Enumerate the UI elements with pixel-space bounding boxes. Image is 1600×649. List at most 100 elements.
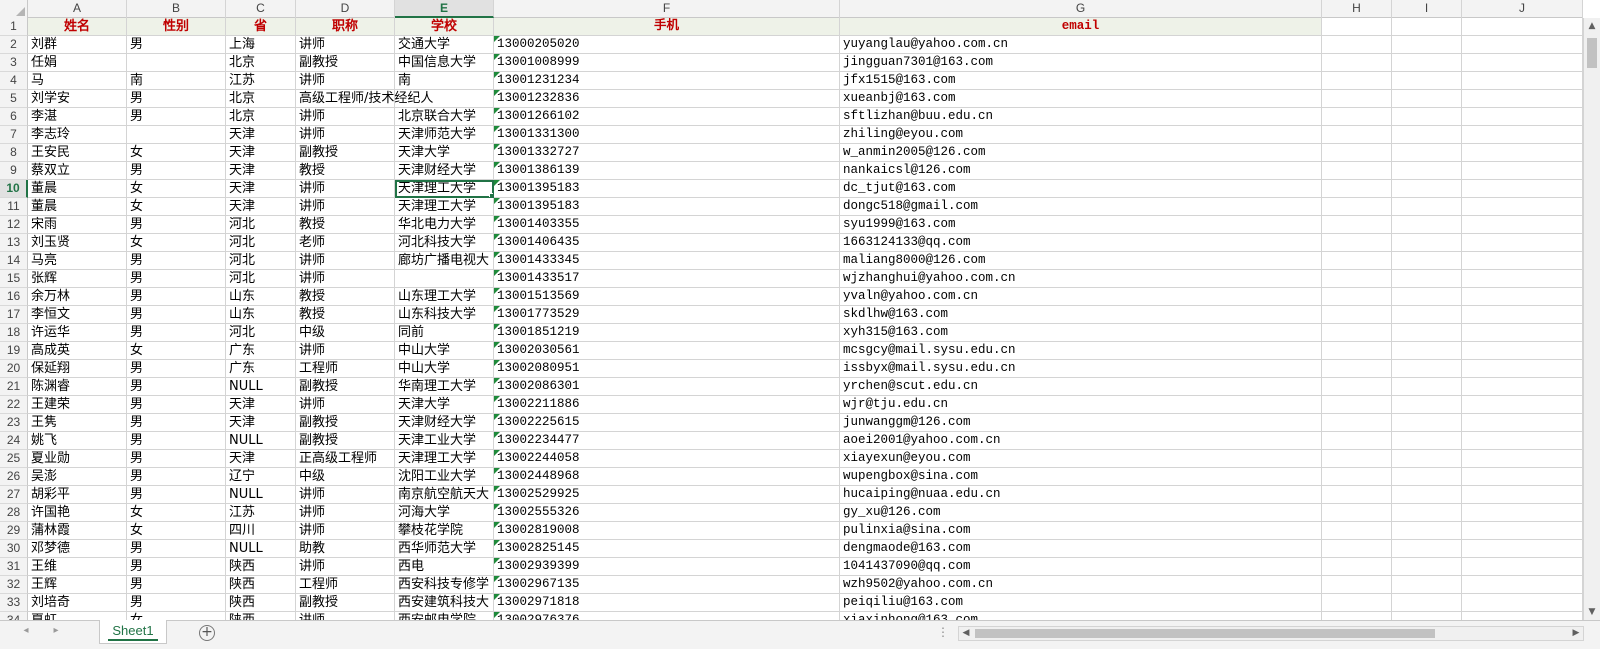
column-header-h[interactable]: H: [1322, 0, 1392, 18]
cell-name[interactable]: 王安民: [28, 144, 127, 162]
empty-cell[interactable]: [1462, 468, 1583, 486]
scroll-left-icon[interactable]: ◀: [959, 627, 973, 640]
row-header[interactable]: 10: [0, 180, 28, 198]
empty-cell[interactable]: [1462, 540, 1583, 558]
cell-school[interactable]: 西安科技专修学: [395, 576, 494, 594]
row-header[interactable]: 17: [0, 306, 28, 324]
empty-cell[interactable]: [1322, 360, 1392, 378]
cell-name[interactable]: 姚飞: [28, 432, 127, 450]
row-header[interactable]: 23: [0, 414, 28, 432]
row-header[interactable]: 30: [0, 540, 28, 558]
cell-phone[interactable]: 13001231234: [494, 72, 840, 90]
empty-cell[interactable]: [1322, 396, 1392, 414]
cell-title[interactable]: 教授: [296, 216, 395, 234]
empty-cell[interactable]: [1462, 288, 1583, 306]
cell-phone[interactable]: 13002448968: [494, 468, 840, 486]
sheet-tab-sheet1[interactable]: Sheet1: [99, 620, 167, 644]
empty-cell[interactable]: [1462, 450, 1583, 468]
cell-email[interactable]: wupengbox@sina.com: [840, 468, 1322, 486]
empty-cell[interactable]: [1392, 414, 1462, 432]
empty-cell[interactable]: [1462, 270, 1583, 288]
empty-cell[interactable]: [1462, 252, 1583, 270]
cell-school[interactable]: 天津财经大学: [395, 414, 494, 432]
cell-province[interactable]: 北京: [226, 108, 296, 126]
empty-cell[interactable]: [1322, 90, 1392, 108]
cell-gender[interactable]: 女: [127, 504, 226, 522]
cell-email[interactable]: wjzhanghui@yahoo.com.cn: [840, 270, 1322, 288]
row-header[interactable]: 1: [0, 18, 28, 36]
cell-province[interactable]: 北京: [226, 90, 296, 108]
cell-school[interactable]: 河北科技大学: [395, 234, 494, 252]
empty-cell[interactable]: [1322, 378, 1392, 396]
empty-cell[interactable]: [1392, 306, 1462, 324]
cell-phone[interactable]: 13002030561: [494, 342, 840, 360]
empty-cell[interactable]: [1462, 324, 1583, 342]
cell-province[interactable]: 陕西: [226, 594, 296, 612]
column-header-a[interactable]: A: [28, 0, 127, 18]
cell-email[interactable]: wjr@tju.edu.cn: [840, 396, 1322, 414]
cell-name[interactable]: 高成英: [28, 342, 127, 360]
row-header[interactable]: 22: [0, 396, 28, 414]
cell-school[interactable]: 天津理工大学: [395, 450, 494, 468]
cell-title[interactable]: 讲师: [296, 252, 395, 270]
empty-cell[interactable]: [1322, 54, 1392, 72]
row-header[interactable]: 20: [0, 360, 28, 378]
cell-gender[interactable]: 女: [127, 198, 226, 216]
cell-gender[interactable]: 男: [127, 216, 226, 234]
cell-name[interactable]: 马: [28, 72, 127, 90]
cell-province[interactable]: NULL: [226, 432, 296, 450]
cell-province[interactable]: 河北: [226, 234, 296, 252]
cell-email[interactable]: xueanbj@163.com: [840, 90, 1322, 108]
cell-phone[interactable]: 13002819008: [494, 522, 840, 540]
cell-email[interactable]: dc_tjut@163.com: [840, 180, 1322, 198]
empty-cell[interactable]: [1462, 576, 1583, 594]
row-header[interactable]: 11: [0, 198, 28, 216]
empty-cell[interactable]: [1392, 36, 1462, 54]
cell-email[interactable]: skdlhw@163.com: [840, 306, 1322, 324]
empty-cell[interactable]: [1462, 414, 1583, 432]
cell-province[interactable]: 陕西: [226, 558, 296, 576]
empty-cell[interactable]: [1392, 234, 1462, 252]
cell-gender[interactable]: 男: [127, 414, 226, 432]
cell-gender[interactable]: 男: [127, 162, 226, 180]
cell-phone[interactable]: 13002080951: [494, 360, 840, 378]
empty-cell[interactable]: [1392, 360, 1462, 378]
cell-title[interactable]: 讲师: [296, 72, 395, 90]
cell-email[interactable]: hucaiping@nuaa.edu.cn: [840, 486, 1322, 504]
cell-title[interactable]: 助教: [296, 540, 395, 558]
cell-province[interactable]: 陕西: [226, 576, 296, 594]
cell-name[interactable]: 蒲林霞: [28, 522, 127, 540]
cell-email[interactable]: nankaicsl@126.com: [840, 162, 1322, 180]
cell-gender[interactable]: 男: [127, 432, 226, 450]
column-header-i[interactable]: I: [1392, 0, 1462, 18]
cell-name[interactable]: 刘玉贤: [28, 234, 127, 252]
empty-cell[interactable]: [1392, 180, 1462, 198]
cell-title[interactable]: 教授: [296, 288, 395, 306]
cell-school[interactable]: [395, 90, 494, 108]
cell-province[interactable]: 陕西: [226, 612, 296, 620]
cell-province[interactable]: 天津: [226, 126, 296, 144]
empty-cell[interactable]: [1462, 558, 1583, 576]
empty-cell[interactable]: [1392, 144, 1462, 162]
cell-phone[interactable]: 13002244058: [494, 450, 840, 468]
cell-gender[interactable]: 男: [127, 306, 226, 324]
row-header[interactable]: 28: [0, 504, 28, 522]
cell-school[interactable]: 中国信息大学: [395, 54, 494, 72]
header-cell-phone[interactable]: 手机: [494, 18, 840, 36]
cell-phone[interactable]: 13002529925: [494, 486, 840, 504]
cell-email[interactable]: yvaln@yahoo.com.cn: [840, 288, 1322, 306]
cell-phone[interactable]: 13001386139: [494, 162, 840, 180]
scroll-down-icon[interactable]: ▼: [1584, 604, 1600, 620]
cell-title[interactable]: 工程师: [296, 576, 395, 594]
row-header[interactable]: 24: [0, 432, 28, 450]
empty-cell[interactable]: [1322, 558, 1392, 576]
cell-email[interactable]: syu1999@163.com: [840, 216, 1322, 234]
cell-email[interactable]: dengmaode@163.com: [840, 540, 1322, 558]
empty-cell[interactable]: [1392, 216, 1462, 234]
cell-school[interactable]: 天津理工大学: [395, 180, 494, 198]
cell-province[interactable]: NULL: [226, 540, 296, 558]
empty-cell[interactable]: [1322, 234, 1392, 252]
cell-phone[interactable]: 13001266102: [494, 108, 840, 126]
prev-sheet-icon[interactable]: ◂: [18, 625, 34, 636]
cell-title[interactable]: 讲师: [296, 126, 395, 144]
